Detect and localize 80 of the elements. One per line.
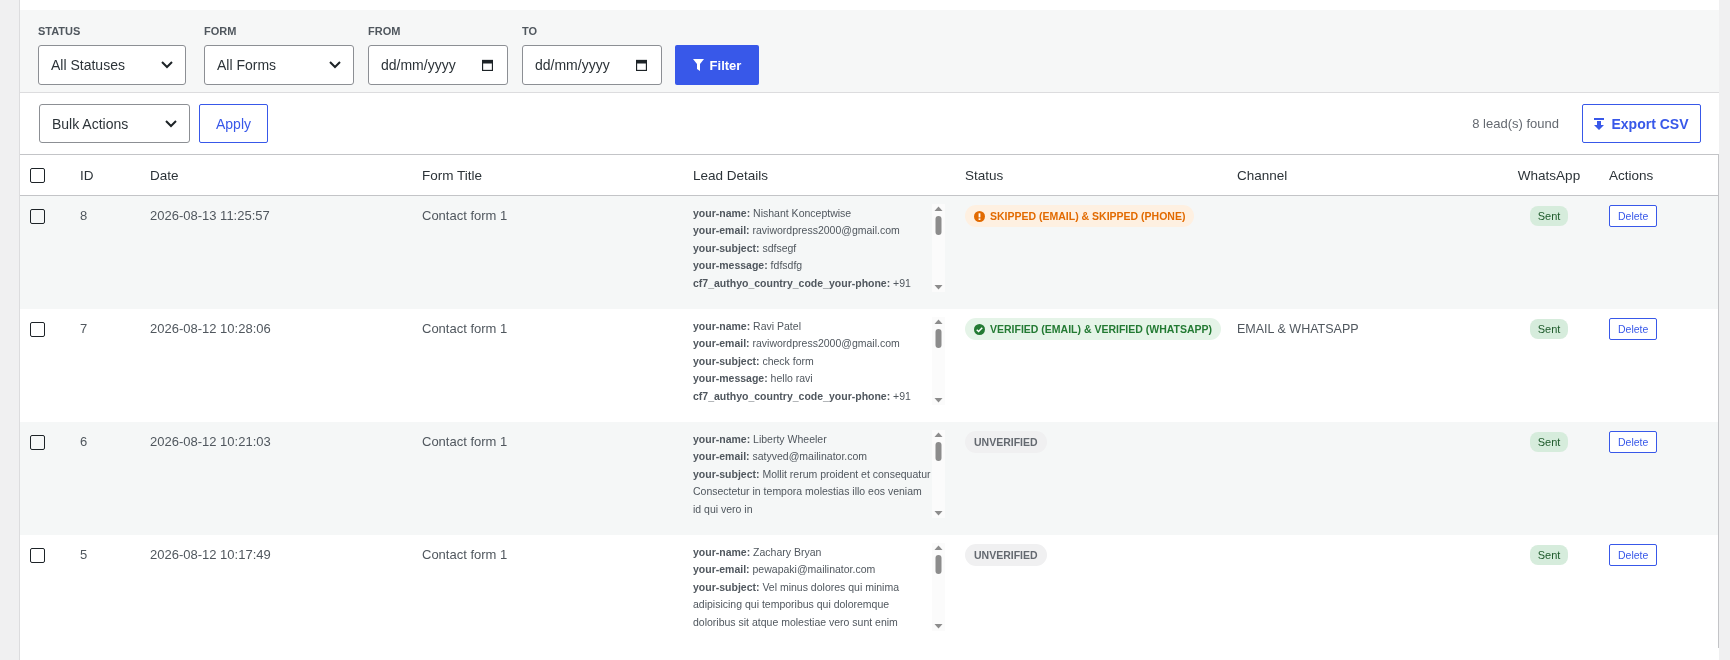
status-badge: UNVERIFIED — [965, 544, 1047, 566]
column-header: Channel — [1237, 167, 1288, 183]
scrollbar[interactable] — [932, 317, 945, 405]
column-header: WhatsApp — [1517, 167, 1581, 183]
filter-icon — [692, 59, 704, 71]
whatsapp-status-badge: Sent — [1529, 432, 1569, 452]
delete-button[interactable]: Delete — [1609, 431, 1658, 453]
check-circle-icon — [974, 323, 985, 335]
filter-label: FROM — [368, 25, 402, 38]
lead-id: 6 — [80, 434, 88, 449]
whatsapp-status-badge: Sent — [1529, 206, 1569, 226]
lead-detail-line: your-message: hello ravi — [693, 371, 814, 387]
form-title: Contact form 1 — [422, 547, 508, 562]
scrollbar[interactable] — [932, 543, 945, 631]
filter-label: FORM — [204, 25, 238, 38]
whatsapp-status-badge: Sent — [1529, 545, 1569, 565]
lead-detail-line: your-email: raviwordpress2000@gmail.com — [693, 336, 901, 352]
lead-id: 5 — [80, 547, 88, 562]
warning-icon — [974, 210, 985, 222]
lead-id: 8 — [80, 208, 88, 223]
download-icon — [1594, 117, 1605, 130]
leads-count: 8 lead(s) found — [1472, 116, 1559, 131]
form-select[interactable]: All Forms — [204, 45, 354, 85]
lead-detail-line: your-email: satyved@mailinator.com — [693, 449, 869, 465]
lead-detail-line: your-subject: Mollit rerum proident et consequatur Consectetur in tempora molestias illo eos veniam id qui vero in — [693, 466, 932, 517]
lead-date: 2026-08-13 11:25:57 — [150, 208, 270, 223]
date-field[interactable]: dd/mm/yyyy — [368, 45, 508, 85]
status-badge: UNVERIFIED — [965, 431, 1047, 453]
checkbox[interactable] — [30, 548, 45, 563]
lead-detail-line: your-name: Liberty Wheeler — [693, 432, 828, 447]
delete-button[interactable]: Delete — [1609, 205, 1658, 227]
lead-date: 2026-08-12 10:21:03 — [150, 434, 271, 449]
column-header: Status — [965, 167, 1004, 183]
checkbox[interactable] — [30, 322, 45, 337]
lead-detail-line: your-subject: sdfsegf — [693, 240, 798, 256]
lead-date: 2026-08-12 10:28:06 — [150, 321, 271, 336]
lead-date: 2026-08-12 10:17:49 — [150, 547, 271, 562]
calendar-icon — [636, 59, 647, 71]
lead-detail-line: your-name: Nishant Konceptwise — [693, 206, 853, 221]
lead-detail-line: cf7_authyo_country_code_your-phone: +91 — [693, 275, 912, 291]
column-header: Form Title — [422, 167, 482, 183]
lead-detail-line: cf7_authyo_country_code_your-phone: +91 — [693, 388, 912, 404]
status-badge: SKIPPED (EMAIL) & SKIPPED (PHONE) — [965, 205, 1195, 227]
checkbox[interactable] — [30, 435, 45, 450]
lead-detail-line: your-subject: check form — [693, 353, 815, 369]
status-select[interactable]: All Statuses — [38, 45, 186, 85]
calendar-icon — [482, 59, 493, 71]
filter-label: STATUS — [38, 25, 82, 38]
column-header: Actions — [1609, 167, 1654, 183]
form-title: Contact form 1 — [422, 321, 508, 336]
checkbox[interactable] — [30, 168, 45, 183]
delete-button[interactable]: Delete — [1609, 544, 1658, 566]
chevron-down-icon — [165, 119, 177, 128]
column-header: Date — [150, 167, 179, 183]
channel-text: EMAIL & WHATSAPP — [1237, 322, 1359, 336]
chevron-down-icon — [161, 61, 173, 69]
lead-detail-line: your-email: raviwordpress2000@gmail.com — [693, 223, 901, 239]
scrollbar[interactable] — [932, 430, 945, 518]
column-header: Lead Details — [693, 167, 769, 183]
bulk-actions-select[interactable]: Bulk Actions — [39, 104, 190, 143]
chevron-down-icon — [329, 61, 341, 69]
filter-label: TO — [522, 25, 539, 38]
apply-button[interactable]: Apply — [199, 104, 269, 143]
lead-detail-line: your-name: Zachary Bryan — [693, 545, 823, 560]
lead-detail-line: your-subject: Vel minus dolores qui minima adipisicing qui temporibus qui doloremque doloribus sit atque molestiae vero sunt enim — [693, 579, 900, 630]
filter-button[interactable]: Filter — [675, 45, 759, 85]
delete-button[interactable]: Delete — [1609, 318, 1658, 340]
checkbox[interactable] — [30, 209, 45, 224]
date-field[interactable]: dd/mm/yyyy — [522, 45, 662, 85]
form-title: Contact form 1 — [422, 208, 508, 223]
scrollbar[interactable] — [932, 204, 945, 292]
export-csv-button[interactable]: Export CSV — [1582, 104, 1701, 143]
form-title: Contact form 1 — [422, 434, 508, 449]
status-badge: VERIFIED (EMAIL) & VERIFIED (WHATSAPP) — [965, 318, 1222, 340]
lead-detail-line: your-email: pewapaki@mailinator.com — [693, 562, 877, 578]
column-header: ID — [80, 167, 94, 183]
lead-detail-line: your-message: fdfsdfg — [693, 258, 804, 274]
whatsapp-status-badge: Sent — [1529, 319, 1569, 339]
lead-detail-line: your-name: Ravi Patel — [693, 319, 802, 334]
lead-id: 7 — [80, 321, 88, 336]
